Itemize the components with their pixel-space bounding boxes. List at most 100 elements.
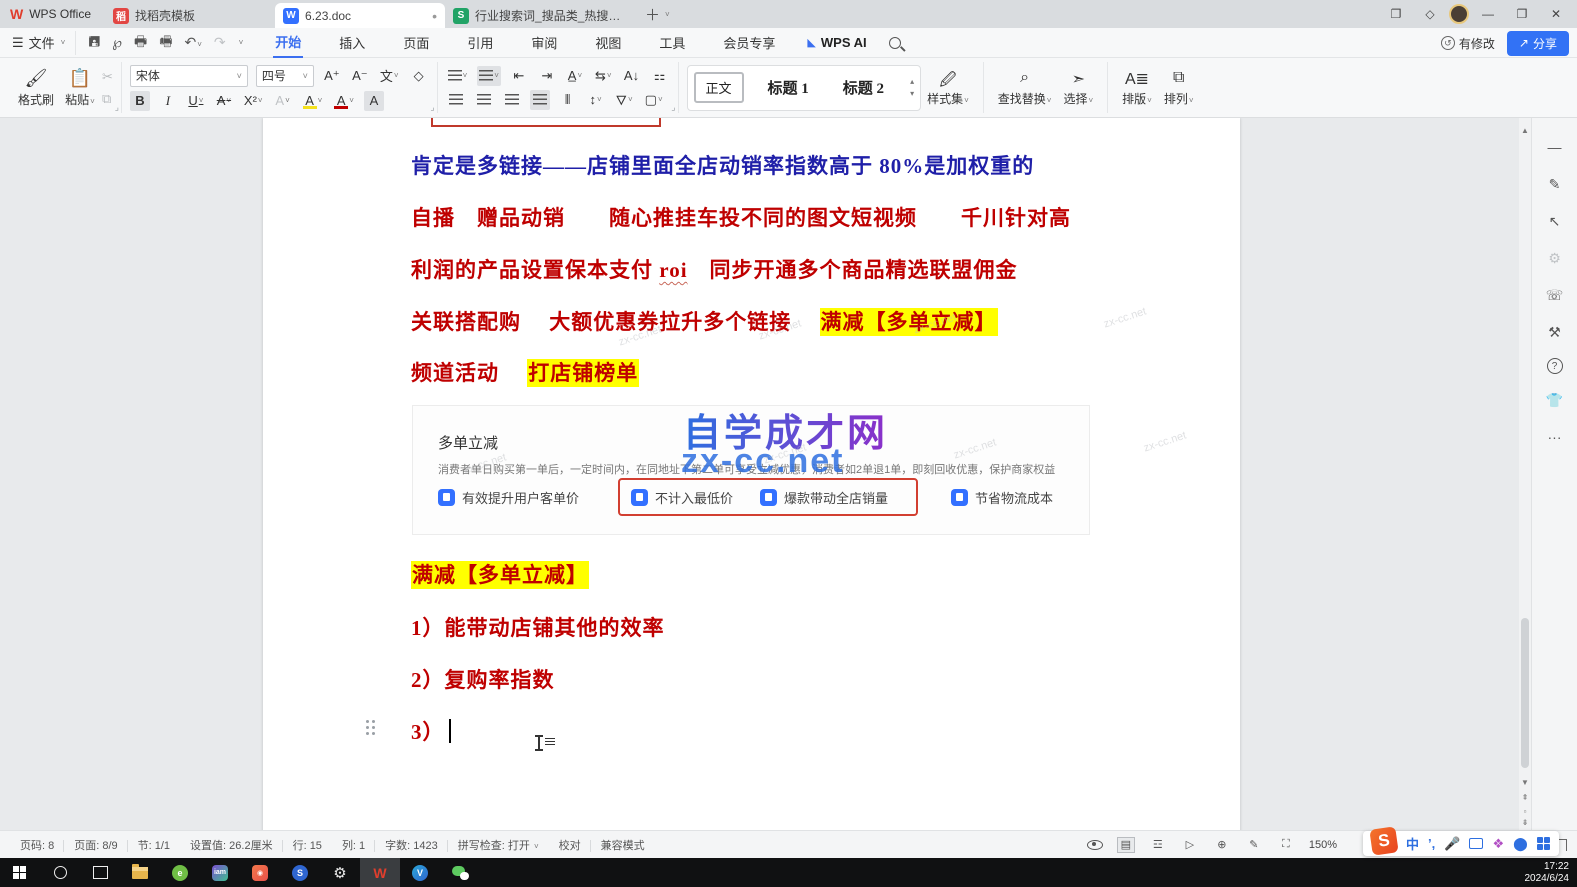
close-button[interactable]: ✕ — [1541, 2, 1571, 26]
strikethrough-button[interactable]: A˅ — [214, 91, 234, 111]
eye-protection-icon[interactable] — [1087, 840, 1103, 850]
tab-member[interactable]: 会员专享 — [721, 28, 777, 57]
decrease-font-button[interactable]: A⁻ — [350, 66, 370, 86]
workspace-icon[interactable]: ◇ — [1415, 2, 1445, 26]
search-icon[interactable] — [889, 37, 901, 49]
next-page-icon[interactable]: ⇟ — [1519, 818, 1531, 827]
help-icon[interactable]: ? — [1547, 358, 1563, 374]
web-layout-icon[interactable]: ⊕ — [1213, 837, 1231, 853]
app-v-button[interactable]: V — [400, 858, 440, 887]
show-marks-button[interactable]: ⚏ — [650, 66, 670, 86]
sort-button[interactable]: A↓ — [622, 66, 642, 86]
style-heading1[interactable]: 标题 1 — [758, 73, 819, 102]
print-preview-icon[interactable]: 🖷 — [159, 31, 172, 55]
tab-view[interactable]: 视图 — [593, 28, 623, 57]
format-painter-button[interactable]: 🖌 格式刷 — [14, 68, 58, 108]
tab-docer-template[interactable]: 稻 找稻壳模板 — [105, 3, 275, 28]
sogou-logo-icon[interactable]: S — [1369, 826, 1398, 855]
status-compat-mode[interactable]: 兼容模式 — [591, 837, 655, 853]
task-view-button[interactable] — [80, 858, 120, 887]
contact-phone-icon[interactable]: ☏ — [1544, 284, 1566, 306]
change-case-button[interactable]: 文˅ — [378, 66, 401, 86]
status-column[interactable]: 列: 1 — [332, 837, 375, 853]
arrange-button[interactable]: ⧉ 排列˅ — [1158, 69, 1200, 107]
clear-format-button[interactable]: ◇ — [409, 66, 429, 86]
group-expand-icon[interactable]: ⌟ — [430, 102, 434, 113]
bold-button[interactable]: B — [130, 91, 150, 111]
italic-button[interactable]: I — [158, 91, 178, 111]
character-shading-button[interactable]: A — [364, 91, 384, 111]
new-tab-button[interactable]: ＋ ˅ — [635, 0, 680, 28]
print-icon[interactable]: 🖶 — [134, 31, 147, 55]
status-proofread[interactable]: 校对 — [549, 837, 591, 853]
status-spellcheck[interactable]: 拼写检查: 打开 ˅ — [448, 837, 549, 853]
justify-button[interactable] — [530, 90, 550, 110]
cortana-search-button[interactable] — [40, 858, 80, 887]
tab-insert[interactable]: 插入 — [337, 28, 367, 57]
find-replace-button[interactable]: ⌕ 查找替换˅ — [992, 69, 1058, 107]
status-word-count[interactable]: 字数: 1423 — [375, 837, 448, 853]
paragraph-drag-handle[interactable] — [366, 720, 380, 738]
zoom-level[interactable]: 150% — [1309, 839, 1337, 851]
style-heading2[interactable]: 标题 2 — [833, 73, 894, 102]
document-page-8[interactable]: 肯定是多链接——店铺里面全店动销率指数高于 80%是加权重的 自播 赠品动销 随… — [263, 118, 1240, 830]
increase-indent-button[interactable]: ⇥ — [537, 66, 557, 86]
file-explorer-button[interactable] — [120, 858, 160, 887]
virtual-keyboard-icon[interactable] — [1469, 838, 1483, 849]
repair-tools-icon[interactable]: ⚒ — [1544, 321, 1566, 343]
group-expand-icon[interactable]: ⌟ — [115, 102, 119, 113]
app-camera-button[interactable]: ◉ — [240, 858, 280, 887]
ime-chinese-mode-icon[interactable]: 中 — [1406, 834, 1419, 853]
app-360-button[interactable]: e — [160, 858, 200, 887]
status-line[interactable]: 行: 15 — [283, 837, 332, 853]
embedded-image-douyin-promo[interactable]: 多单立减 消费者单日购买第一单后，一定时间内，在同地址下第二单可享受立减优惠，消… — [412, 405, 1090, 535]
tab-review[interactable]: 审阅 — [529, 28, 559, 57]
page-view-icon[interactable]: ▤ — [1117, 837, 1135, 853]
tab-layout-icon[interactable]: ❐ — [1381, 2, 1411, 26]
modified-status[interactable]: ↺ 有修改 — [1441, 35, 1495, 52]
status-page[interactable]: 页面: 8/9 — [64, 837, 127, 853]
select-browse-object-icon[interactable]: ▫ — [1519, 807, 1531, 816]
undo-icon[interactable]: ↶˅ — [184, 34, 201, 51]
ink-mode-icon[interactable]: ✎ — [1245, 837, 1263, 853]
select-button[interactable]: ➣ 选择˅ — [1057, 69, 1099, 107]
previous-page-icon[interactable]: ⇞ — [1519, 793, 1531, 802]
style-normal[interactable]: 正文 — [694, 72, 744, 103]
sogou-browser-button[interactable]: S — [280, 858, 320, 887]
taskbar-clock[interactable]: 17:22 2024/6/24 — [1525, 858, 1570, 887]
read-mode-icon[interactable]: ▷ — [1181, 837, 1199, 853]
ime-punctuation-icon[interactable]: ’, — [1428, 836, 1435, 851]
decrease-indent-button[interactable]: ⇤ — [509, 66, 529, 86]
select-cursor-icon[interactable]: ↖ — [1544, 210, 1566, 232]
start-button[interactable] — [0, 858, 40, 887]
redo-icon[interactable]: ↷ — [214, 34, 226, 51]
distribute-button[interactable]: ⦀ — [558, 90, 578, 110]
vertical-scrollbar[interactable]: ▲ ▼ ⇞ ▫ ⇟ — [1519, 118, 1531, 830]
status-page-code[interactable]: 页码: 8 — [10, 837, 64, 853]
font-color-button[interactable]: A˅ — [332, 91, 356, 111]
hide-sidebar-icon[interactable]: — — [1544, 136, 1566, 158]
font-size-combo[interactable]: 四号 ˅ — [256, 65, 314, 87]
align-left-button[interactable] — [446, 90, 466, 110]
outline-view-icon[interactable]: ☲ — [1149, 837, 1167, 853]
wps-ai-button[interactable]: ◣ WPS AI — [807, 35, 866, 50]
save-icon[interactable]: 🖪 — [88, 31, 100, 55]
wps-taskbar-button[interactable]: W — [360, 858, 400, 887]
file-menu-button[interactable]: ☰ 文件 ˅ — [0, 33, 75, 52]
wechat-button[interactable] — [440, 858, 480, 887]
bullet-list-button[interactable]: ˅ — [446, 66, 470, 86]
shading-fill-button[interactable]: 🜄˅ — [614, 90, 635, 110]
group-expand-icon[interactable]: ⌟ — [671, 102, 675, 113]
scroll-up-icon[interactable]: ▲ — [1519, 126, 1531, 135]
app-iam-button[interactable]: iam — [200, 858, 240, 887]
share-button[interactable]: ↗ 分享 — [1507, 31, 1569, 56]
more-tools-icon[interactable]: ··· — [1544, 426, 1566, 448]
border-button[interactable]: ▢˅ — [643, 90, 665, 110]
paste-button[interactable]: 📋 粘贴˅ — [58, 68, 102, 108]
style-set-button[interactable]: 🖉 样式集˅ — [921, 69, 975, 107]
cut-icon[interactable]: ✂ — [102, 69, 113, 85]
highlight-color-button[interactable]: A˅ — [301, 91, 325, 111]
font-name-combo[interactable]: 宋体 ˅ — [130, 65, 248, 87]
scroll-down-icon[interactable]: ▼ — [1519, 778, 1531, 787]
layout-button[interactable]: A≣ 排版˅ — [1116, 69, 1158, 107]
